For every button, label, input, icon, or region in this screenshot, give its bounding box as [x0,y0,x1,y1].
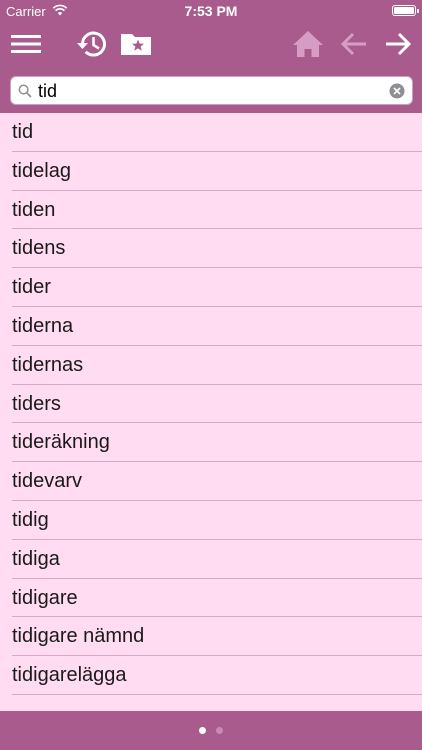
list-item[interactable]: tidigarelägga [0,656,422,695]
page-dot[interactable] [199,727,206,734]
forward-arrow-icon[interactable] [380,26,416,62]
home-icon[interactable] [290,26,326,62]
search-field[interactable] [10,76,413,105]
history-icon[interactable] [74,26,110,62]
page-indicator[interactable] [0,727,422,734]
list-item[interactable]: tidens [0,229,422,268]
list-item[interactable]: tider [0,268,422,307]
toolbar [0,22,422,66]
footer-bar [0,711,422,750]
search-input[interactable] [38,79,388,103]
list-item[interactable]: tiden [0,191,422,230]
list-item[interactable]: tidig [0,501,422,540]
list-item[interactable]: tideräkning [0,423,422,462]
results-list: tid tidelag tiden tidens tider tiderna tiderna… [0,113,422,711]
clock: 7:53 PM [184,3,238,19]
menu-icon[interactable] [8,26,44,62]
clear-search-icon[interactable] [389,83,405,99]
list-item[interactable]: tidelag [0,152,422,191]
list-item[interactable]: tidevarv [0,462,422,501]
list-item[interactable]: tiderna [0,307,422,346]
list-item[interactable]: tidigare nämnd [0,617,422,656]
list-item[interactable]: tidigare [0,579,422,618]
search-bar [0,66,422,114]
list-item[interactable]: tiders [0,385,422,424]
search-icon [18,84,32,98]
battery-icon [392,5,419,16]
list-item[interactable]: tidernas [0,346,422,385]
back-arrow-icon[interactable] [336,26,372,62]
list-item[interactable]: tid [0,113,422,152]
status-bar: Carrier 7:53 PM [0,0,422,22]
favorites-folder-icon[interactable] [118,26,154,62]
list-item[interactable]: tidiga [0,540,422,579]
page-dot[interactable] [216,727,223,734]
